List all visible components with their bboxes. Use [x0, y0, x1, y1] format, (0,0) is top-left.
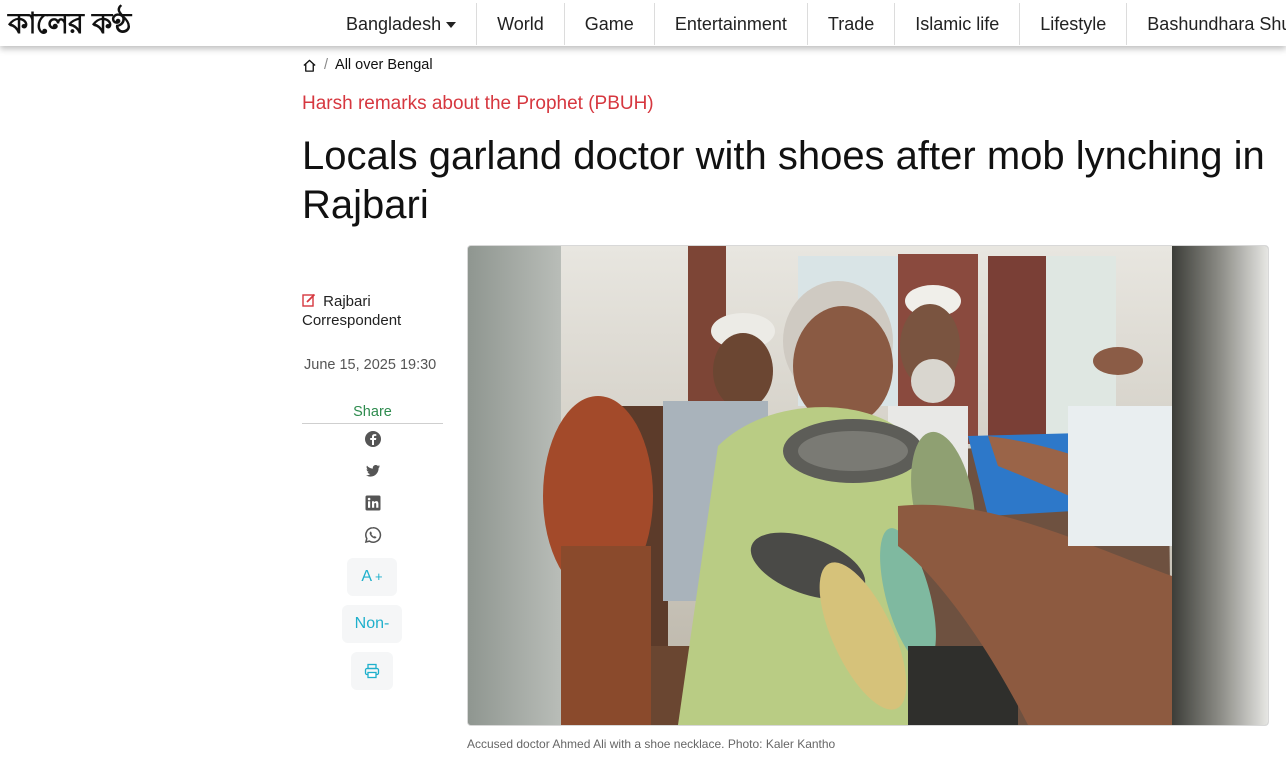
linkedin-icon[interactable] [364, 494, 382, 512]
nav-item-entertainment[interactable]: Entertainment [655, 3, 808, 45]
share-label: Share [302, 404, 443, 424]
byline-author: Rajbari Correspondent [302, 293, 402, 329]
breadcrumb: / All over Bengal [302, 56, 433, 74]
nav-item-label: Bangladesh [346, 14, 442, 34]
nav-item-world[interactable]: World [477, 3, 565, 45]
main-nav: Bangladesh World Game Entertainment Trad… [326, 3, 1286, 45]
facebook-icon[interactable] [364, 430, 382, 448]
home-icon[interactable] [302, 58, 317, 73]
article-headline: Locals garland doctor with shoes after m… [302, 134, 1265, 227]
twitter-icon[interactable] [364, 462, 382, 480]
nav-item-bangladesh[interactable]: Bangladesh [326, 3, 478, 45]
site-logo[interactable]: কালের কণ্ঠ [8, 3, 131, 43]
edit-icon [302, 293, 316, 307]
whatsapp-icon[interactable] [364, 526, 382, 544]
printer-icon [364, 663, 380, 679]
share-icons [302, 430, 443, 558]
nav-item-lifestyle[interactable]: Lifestyle [1020, 3, 1128, 45]
article-photo-image [468, 246, 1268, 725]
article-photo[interactable] [467, 245, 1269, 726]
breadcrumb-section-link[interactable]: All over Bengal [335, 57, 433, 73]
article-date: June 15, 2025 19:30 [304, 357, 437, 373]
top-navbar: কালের কণ্ঠ Bangladesh World Game Enterta… [0, 0, 1286, 46]
font-increase-plus: + [375, 569, 383, 584]
print-button[interactable] [351, 652, 393, 690]
non-button[interactable]: Non- [342, 605, 402, 643]
photo-caption: Accused doctor Ahmed Ali with a shoe nec… [467, 737, 836, 751]
article-byline: Rajbari Correspondent [302, 292, 442, 330]
nav-item-game[interactable]: Game [565, 3, 655, 45]
breadcrumb-separator: / [324, 57, 329, 73]
font-increase-label: A [361, 568, 373, 585]
chevron-down-icon [446, 22, 457, 28]
nav-item-trade[interactable]: Trade [808, 3, 896, 45]
nav-item-islamic-life[interactable]: Islamic life [895, 3, 1021, 45]
nav-item-bashundhara-shuvosangho[interactable]: Bashundhara Shuvosangho [1127, 3, 1286, 45]
article-kicker[interactable]: Harsh remarks about the Prophet (PBUH) [302, 93, 654, 115]
font-increase-button[interactable]: A + [347, 558, 397, 596]
